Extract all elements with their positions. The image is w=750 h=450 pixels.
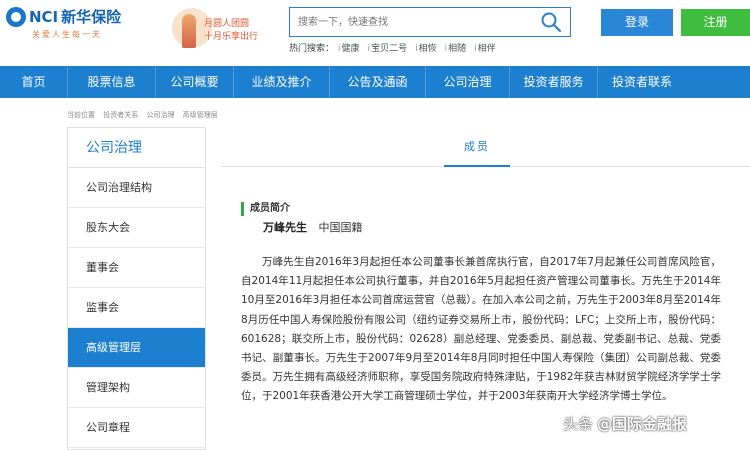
nci-logo-icon: [6, 6, 26, 27]
hot-search-item[interactable]: 宝贝二号: [368, 41, 407, 54]
sidebar-item-shareholders-meeting[interactable]: 股东大会: [68, 208, 205, 248]
search-icon[interactable]: [540, 11, 562, 33]
sidebar-item-articles[interactable]: 公司章程: [68, 408, 205, 448]
site-header: NCI 新华保险 关爱人生每一天 月圆人团圆 十月乐享出行 热门搜索： 健康 宝…: [0, 0, 750, 64]
nav-item-home[interactable]: 首页: [0, 66, 68, 98]
hot-search-label: 热门搜索：: [289, 44, 335, 54]
watermark-handle: @国际金融报: [597, 415, 688, 433]
person-bio: 万峰先生自2016年3月起担任本公司董事长兼首席执行官，自2017年7月起兼任公…: [241, 256, 721, 403]
nci-logo[interactable]: NCI 新华保险 关爱人生每一天: [6, 6, 121, 46]
figure-illustration-icon: [182, 14, 196, 48]
person-header: 万峰先生 中国国籍: [263, 219, 363, 235]
section-title: 成员简介: [241, 202, 290, 216]
nav-item-company-profile[interactable]: 公司概要: [156, 66, 234, 98]
breadcrumb-item[interactable]: 投资者关系: [103, 111, 138, 119]
breadcrumb-item[interactable]: 高级管理层: [183, 111, 218, 119]
breadcrumb: 当前位置 投资者关系 公司治理 高级管理层: [67, 110, 224, 120]
sidebar-item-senior-management[interactable]: 高级管理层: [68, 328, 205, 368]
logo-slogan: 关爱人生每一天: [32, 30, 102, 39]
sidebar-item-board[interactable]: 董事会: [68, 248, 205, 288]
breadcrumb-item: 当前位置: [67, 111, 95, 119]
register-button[interactable]: 注册: [681, 9, 750, 36]
banner-line-2: 十月乐享出行: [204, 32, 259, 42]
hot-search: 热门搜索： 健康 宝贝二号 相恢 相随 相伴: [289, 41, 504, 54]
sidebar-item-governance-structure[interactable]: 公司治理结构: [68, 168, 205, 208]
hot-search-item[interactable]: 相伴: [474, 41, 496, 54]
nav-item-results[interactable]: 业绩及推介: [234, 66, 330, 98]
watermark-source: 头条: [563, 415, 594, 433]
hot-search-item[interactable]: 健康: [338, 41, 360, 54]
hot-search-item[interactable]: 相随: [445, 41, 466, 54]
person-name: 万峰先生: [263, 221, 307, 234]
login-button[interactable]: 登录: [601, 9, 673, 36]
sidebar-title: 公司治理: [68, 128, 205, 168]
breadcrumb-item[interactable]: 公司治理: [146, 111, 174, 119]
person-nationality: 中国国籍: [318, 221, 363, 234]
nav-item-governance[interactable]: 公司治理: [426, 66, 510, 98]
promo-banner[interactable]: 月圆人团圆 十月乐享出行: [160, 4, 278, 52]
logo-nci-text: NCI: [29, 7, 59, 26]
search-input[interactable]: [298, 13, 528, 31]
search-box: [289, 7, 571, 37]
banner-line-1: 月圆人团圆: [204, 19, 250, 29]
nav-item-announcements[interactable]: 公告及通函: [330, 66, 426, 98]
nav-item-investor-contact[interactable]: 投资者联系: [598, 66, 686, 98]
main-nav: 首页 股票信息 公司概要 业绩及推介 公告及通函 公司治理 投资者服务 投资者联…: [0, 66, 750, 98]
tab-bar: 成员: [221, 127, 750, 167]
hot-search-item[interactable]: 相恢: [415, 41, 437, 54]
nav-item-stock-info[interactable]: 股票信息: [68, 66, 156, 98]
logo-company-name: 新华保险: [61, 8, 122, 26]
watermark: 头条 @国际金融报: [563, 413, 687, 434]
sidebar-item-supervisory-board[interactable]: 监事会: [68, 288, 205, 328]
tab-members[interactable]: 成员: [444, 127, 510, 167]
sidebar: 公司治理 公司治理结构 股东大会 董事会 监事会 高级管理层 管理架构 公司章程: [67, 127, 206, 450]
main-content: 成员 成员简介 万峰先生 中国国籍 万峰先生自2016年3月起担任本公司董事长兼…: [221, 127, 750, 450]
nav-item-investor-services[interactable]: 投资者服务: [510, 66, 598, 98]
sidebar-item-management-structure[interactable]: 管理架构: [68, 368, 205, 408]
